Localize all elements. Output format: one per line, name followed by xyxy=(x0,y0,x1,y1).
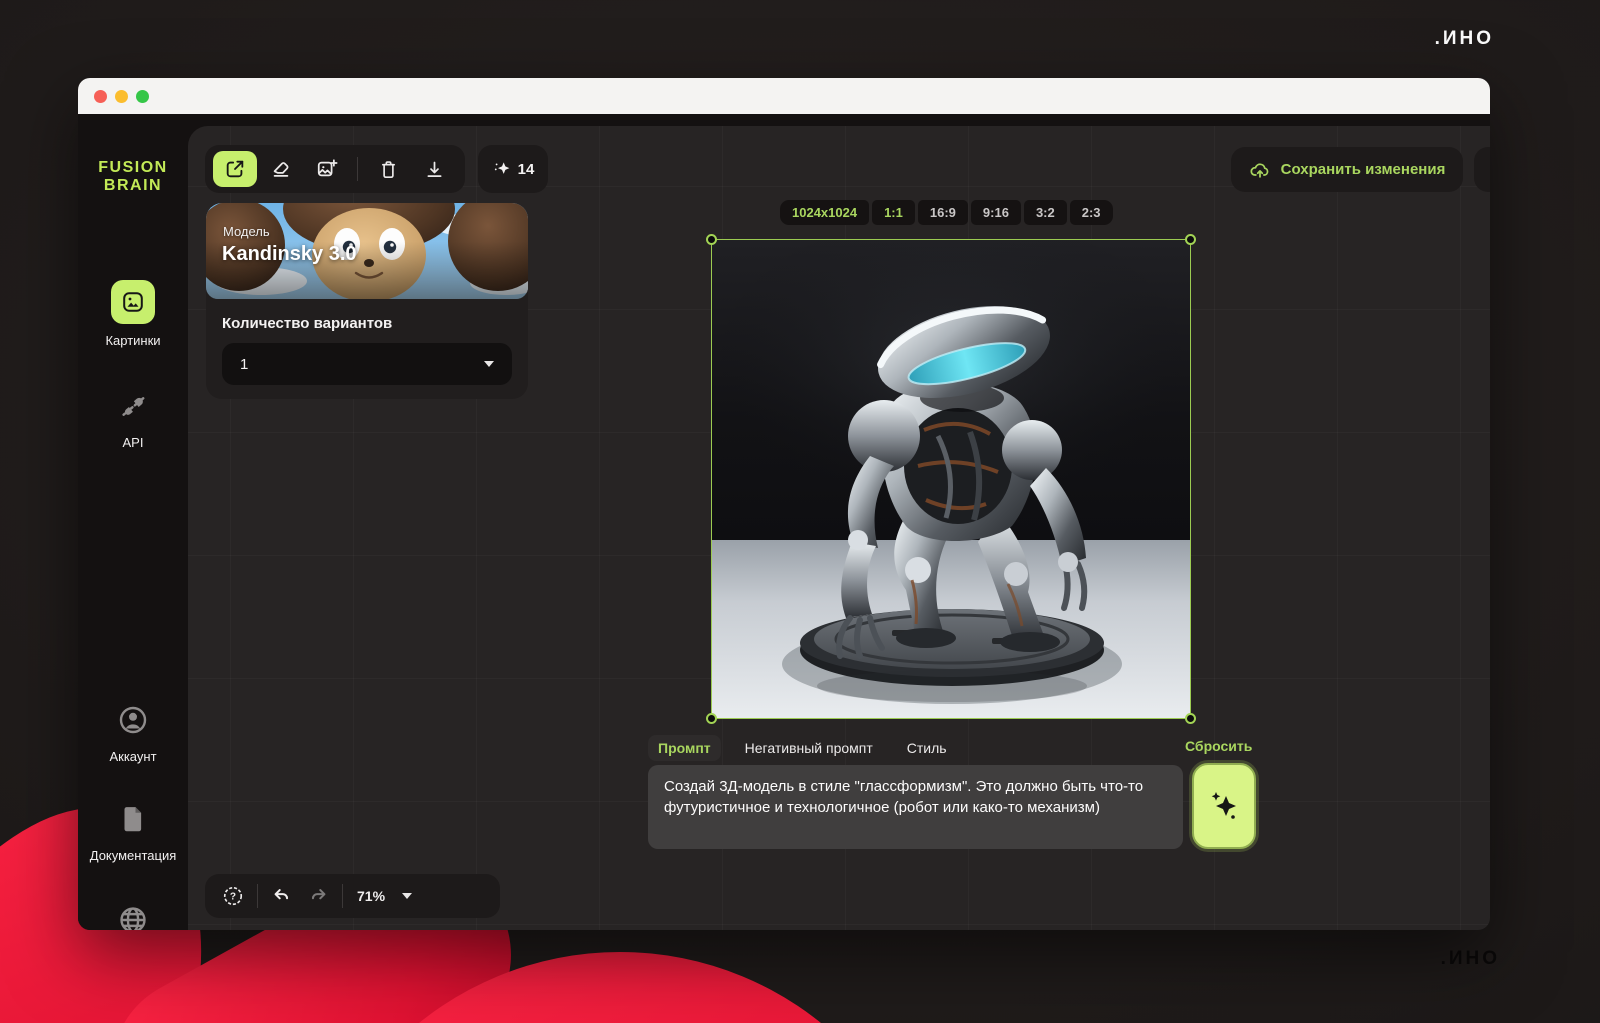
delete-tool-button[interactable] xyxy=(366,151,410,187)
reset-button[interactable]: Сбросить xyxy=(1185,738,1252,754)
save-changes-label: Сохранить изменения xyxy=(1281,161,1446,178)
aspect-ratio-2-3[interactable]: 2:3 xyxy=(1070,200,1113,225)
sparkle-icon xyxy=(492,159,512,179)
selection-handle-top-left[interactable] xyxy=(706,234,717,245)
toolbar-divider xyxy=(342,884,343,908)
close-window-button[interactable] xyxy=(94,90,107,103)
account-icon xyxy=(113,700,153,740)
aspect-ratio-9-16[interactable]: 9:16 xyxy=(971,200,1021,225)
tab-prompt[interactable]: Промпт xyxy=(648,735,721,761)
fusion-brain-logo: FUSION BRAIN xyxy=(78,159,188,195)
plug-icon xyxy=(113,386,153,426)
download-tool-button[interactable] xyxy=(412,151,456,187)
zoom-window-button[interactable] xyxy=(136,90,149,103)
sidebar-item-docs[interactable]: Документация xyxy=(78,799,188,863)
variants-count-label: Количество вариантов xyxy=(222,315,392,332)
help-button[interactable]: ? xyxy=(215,878,251,914)
globe-icon xyxy=(113,900,153,930)
desktop-brand-logo-top: .ИНО xyxy=(1435,28,1494,50)
zoom-level-select[interactable] xyxy=(395,878,419,914)
model-label: Модель xyxy=(223,224,270,239)
header-icon-group xyxy=(1474,147,1490,192)
zoom-level-value: 71% xyxy=(357,888,385,904)
sidebar-item-label: Картинки xyxy=(105,333,160,348)
sidebar-item-language[interactable]: Русский xyxy=(78,900,188,930)
sidebar-item-account[interactable]: Аккаунт xyxy=(78,700,188,764)
model-card: Модель Kandinsky 3.0 Количество варианто… xyxy=(206,203,528,399)
sidebar: FUSION BRAIN Картинки xyxy=(78,114,188,930)
prompt-input[interactable]: Создай 3Д-модель в стиле "глассформизм".… xyxy=(648,765,1183,849)
save-changes-button[interactable]: Сохранить изменения xyxy=(1231,147,1463,192)
export-tool-button[interactable] xyxy=(213,151,257,187)
tab-negative-prompt[interactable]: Негативный промпт xyxy=(735,735,883,761)
sidebar-item-api[interactable]: API xyxy=(78,386,188,450)
sparkles-icon xyxy=(1207,786,1241,826)
document-icon xyxy=(113,799,153,839)
minimize-window-button[interactable] xyxy=(115,90,128,103)
selection-handle-bottom-right[interactable] xyxy=(1185,713,1196,724)
credits-counter[interactable]: 14 xyxy=(478,145,548,193)
editor-toolbar xyxy=(205,145,465,193)
aspect-ratio-1-1[interactable]: 1:1 xyxy=(872,200,915,225)
generate-button[interactable] xyxy=(1192,763,1256,849)
sidebar-item-images[interactable]: Картинки xyxy=(78,280,188,348)
sidebar-item-label: Аккаунт xyxy=(109,749,156,764)
chevron-down-icon xyxy=(402,893,412,899)
undo-button[interactable] xyxy=(264,878,300,914)
sidebar-item-label: API xyxy=(123,435,144,450)
model-cover-image[interactable]: Модель Kandinsky 3.0 xyxy=(206,203,528,299)
variants-count-value: 1 xyxy=(240,356,484,373)
tab-style[interactable]: Стиль xyxy=(897,735,957,761)
window-titlebar xyxy=(78,78,1490,114)
selection-handle-top-right[interactable] xyxy=(1185,234,1196,245)
aspect-ratio-3-2[interactable]: 3:2 xyxy=(1024,200,1067,225)
eraser-tool-button[interactable] xyxy=(259,151,303,187)
svg-text:?: ? xyxy=(230,892,236,903)
aspect-ratio-16-9[interactable]: 16:9 xyxy=(918,200,968,225)
canvas-controls: ? 71% xyxy=(205,874,500,918)
app-window: FUSION BRAIN Картинки xyxy=(78,78,1490,930)
resolution-size: 1024x1024 xyxy=(780,200,869,225)
prompt-tabs: Промпт Негативный промпт Стиль xyxy=(648,735,957,761)
add-image-tool-button[interactable] xyxy=(305,151,349,187)
image-icon xyxy=(111,280,155,324)
credits-value: 14 xyxy=(518,161,535,178)
variants-count-select[interactable]: 1 xyxy=(222,343,512,385)
model-name: Kandinsky 3.0 xyxy=(222,243,357,266)
sidebar-item-label: Документация xyxy=(90,848,177,863)
cloud-upload-icon xyxy=(1249,159,1271,181)
history-button[interactable] xyxy=(1482,152,1490,188)
selection-handle-bottom-left[interactable] xyxy=(706,713,717,724)
generated-image[interactable] xyxy=(712,240,1190,718)
canvas-workspace[interactable]: 14 Сохранить изменения xyxy=(188,126,1490,930)
desktop-brand-logo-bottom: .ИНО xyxy=(1441,948,1500,970)
chevron-down-icon xyxy=(484,361,494,367)
resolution-bar: 1024x1024 1:1 16:9 9:16 3:2 2:3 xyxy=(780,200,1113,225)
redo-button[interactable] xyxy=(300,878,336,914)
toolbar-divider xyxy=(257,884,258,908)
toolbar-divider xyxy=(357,157,358,181)
